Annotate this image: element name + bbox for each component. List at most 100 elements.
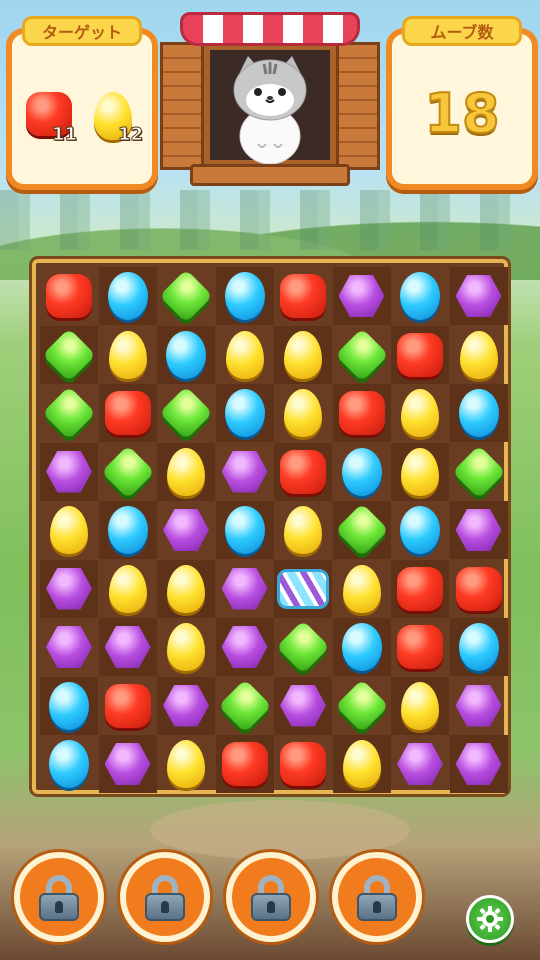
board-cell[interactable] bbox=[391, 676, 449, 735]
board-cell[interactable] bbox=[99, 326, 157, 384]
board-cell[interactable] bbox=[391, 501, 449, 559]
board-cell[interactable] bbox=[99, 443, 157, 501]
board-cell[interactable] bbox=[332, 267, 391, 325]
board-cell[interactable] bbox=[332, 501, 391, 559]
board-cell[interactable] bbox=[450, 326, 508, 384]
board-cell[interactable] bbox=[274, 735, 332, 793]
board-cell[interactable] bbox=[274, 501, 332, 559]
board-cell[interactable] bbox=[40, 618, 98, 676]
board-cell[interactable] bbox=[215, 501, 274, 559]
board-cell[interactable] bbox=[449, 267, 508, 325]
moves-panel: ムーブ数 18 bbox=[386, 16, 538, 190]
board-cell[interactable] bbox=[40, 559, 98, 618]
blue-gem bbox=[49, 740, 89, 788]
purple-gem bbox=[221, 450, 268, 493]
board-cell[interactable] bbox=[274, 676, 332, 735]
blue-gem bbox=[400, 272, 440, 320]
board-cell[interactable] bbox=[333, 560, 391, 618]
green-gem bbox=[159, 386, 213, 440]
target-red-count: 11 bbox=[51, 124, 78, 146]
settings-button[interactable] bbox=[466, 895, 514, 943]
board-cell[interactable] bbox=[40, 267, 98, 325]
locked-booster-3[interactable] bbox=[226, 852, 316, 942]
board-cell[interactable] bbox=[216, 677, 274, 735]
board-cell[interactable] bbox=[40, 735, 98, 793]
board-cell[interactable] bbox=[449, 384, 508, 442]
board-cell[interactable] bbox=[333, 443, 391, 501]
board-cell[interactable] bbox=[98, 267, 157, 325]
yellow-gem bbox=[108, 330, 147, 379]
locked-booster-1[interactable] bbox=[14, 852, 104, 942]
board-cell[interactable] bbox=[40, 442, 98, 501]
board-cell[interactable] bbox=[157, 442, 215, 501]
green-gem bbox=[451, 444, 506, 499]
board-cell[interactable] bbox=[274, 267, 332, 325]
board-cell[interactable] bbox=[332, 384, 391, 442]
board-cell[interactable] bbox=[215, 267, 274, 325]
board-cell[interactable] bbox=[157, 618, 215, 676]
purple-gem bbox=[163, 684, 209, 727]
board-cell[interactable] bbox=[274, 442, 332, 501]
board-cell[interactable] bbox=[98, 384, 157, 442]
board-cell[interactable] bbox=[391, 384, 449, 442]
board-cell[interactable] bbox=[157, 267, 215, 325]
yellow-gem bbox=[401, 681, 439, 730]
locked-booster-2[interactable] bbox=[120, 852, 210, 942]
blue-gem bbox=[224, 506, 265, 554]
board-cell[interactable] bbox=[157, 735, 215, 793]
board-cell[interactable] bbox=[157, 501, 215, 559]
board-cell[interactable] bbox=[449, 735, 508, 793]
red-gem bbox=[397, 332, 443, 377]
board-cell[interactable] bbox=[99, 677, 157, 735]
board-cell[interactable] bbox=[157, 384, 215, 442]
board-cell[interactable] bbox=[274, 559, 332, 618]
board-cell[interactable] bbox=[450, 560, 508, 618]
board-cell[interactable] bbox=[98, 618, 157, 676]
board-cell[interactable] bbox=[216, 560, 274, 618]
board-cell[interactable] bbox=[274, 384, 332, 442]
green-gem bbox=[334, 327, 389, 382]
board-cell[interactable] bbox=[449, 501, 508, 559]
board-cell[interactable] bbox=[274, 325, 332, 384]
green-gem bbox=[42, 386, 96, 440]
board-cell[interactable] bbox=[215, 384, 274, 442]
board-cell[interactable] bbox=[391, 442, 449, 501]
striped-awning bbox=[180, 12, 360, 46]
board-cell[interactable] bbox=[98, 501, 157, 559]
right-shutter bbox=[336, 42, 380, 170]
locked-booster-4[interactable] bbox=[332, 852, 422, 942]
board-cell[interactable] bbox=[215, 735, 274, 793]
padlock-icon bbox=[357, 875, 397, 921]
board-cell[interactable] bbox=[333, 677, 391, 735]
board-cell[interactable] bbox=[216, 443, 274, 501]
board-cell[interactable] bbox=[216, 326, 274, 384]
board-cell[interactable] bbox=[450, 677, 508, 735]
board-cell[interactable] bbox=[391, 559, 449, 618]
board-cell[interactable] bbox=[332, 618, 391, 676]
board-cell[interactable] bbox=[391, 325, 449, 384]
board-cell[interactable] bbox=[157, 325, 215, 384]
left-shutter bbox=[160, 42, 204, 170]
board-cell[interactable] bbox=[40, 501, 98, 559]
board-cell[interactable] bbox=[450, 443, 508, 501]
board-cell[interactable] bbox=[40, 325, 98, 384]
board-cell[interactable] bbox=[98, 735, 157, 793]
green-gem bbox=[276, 620, 330, 674]
purple-gem bbox=[104, 743, 151, 785]
board-cell[interactable] bbox=[40, 384, 98, 442]
board-cell[interactable] bbox=[391, 618, 449, 676]
moves-label: ムーブ数 bbox=[402, 16, 522, 46]
yellow-gem bbox=[225, 330, 264, 379]
board-cell[interactable] bbox=[157, 559, 215, 618]
board-cell[interactable] bbox=[99, 560, 157, 618]
yellow-gem bbox=[167, 564, 205, 613]
board-cell[interactable] bbox=[274, 618, 332, 676]
board-cell[interactable] bbox=[332, 735, 391, 793]
board-cell[interactable] bbox=[215, 618, 274, 676]
board-cell[interactable] bbox=[391, 267, 449, 325]
board-cell[interactable] bbox=[391, 735, 449, 793]
board-cell[interactable] bbox=[40, 676, 98, 735]
board-cell[interactable] bbox=[333, 326, 391, 384]
board-cell[interactable] bbox=[157, 676, 215, 735]
board-cell[interactable] bbox=[449, 618, 508, 676]
